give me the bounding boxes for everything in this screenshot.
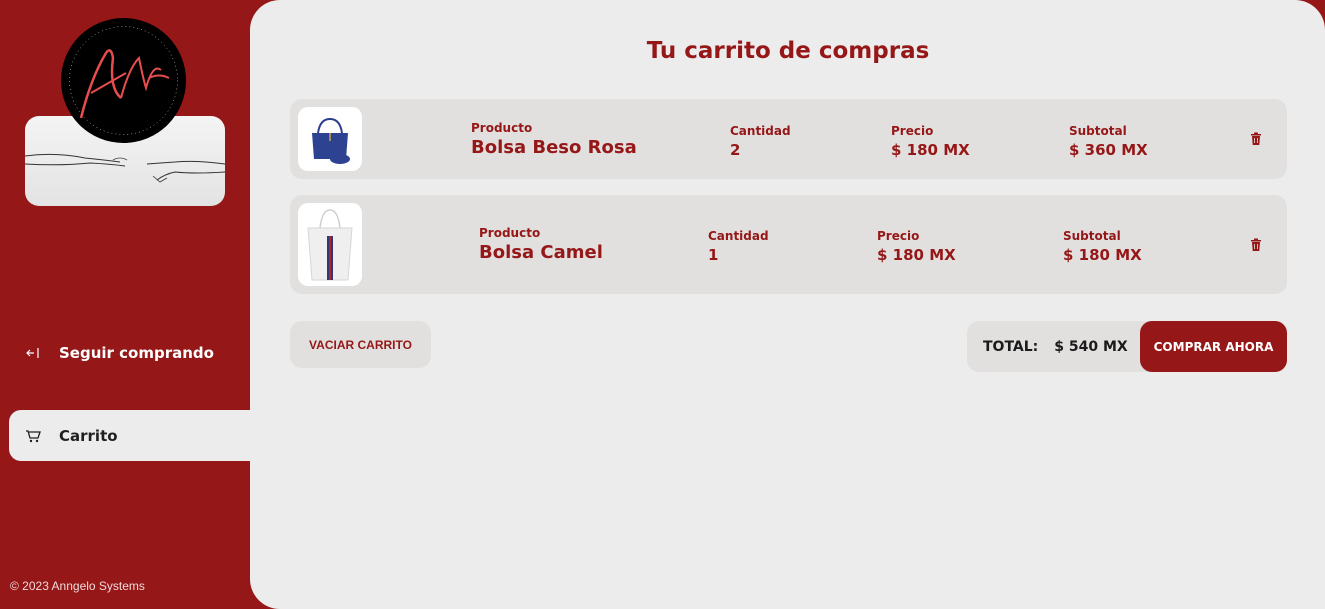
total-box: TOTAL: $ 540 MX COMPRAR AHORA: [967, 321, 1287, 372]
price-label: Precio: [891, 124, 934, 138]
subtotal-column: Subtotal $ 360 MX: [1069, 124, 1148, 159]
quantity-label: Cantidad: [708, 229, 769, 243]
main-panel: Tu carrito de compras Producto Bolsa Bes…: [250, 0, 1325, 609]
price-column: Precio $ 180 MX: [877, 229, 956, 264]
sidebar: Seguir comprando Carrito © 2023 Anngelo …: [0, 0, 250, 609]
cart-icon: [24, 427, 42, 445]
trash-icon[interactable]: [1250, 237, 1264, 253]
product-column: Producto Bolsa Camel: [479, 226, 603, 263]
product-column: Producto Bolsa Beso Rosa: [471, 121, 637, 158]
quantity-column: Cantidad 1: [708, 229, 769, 264]
sidebar-item-carrito[interactable]: Carrito: [9, 410, 250, 461]
quantity-value: 2: [730, 141, 741, 159]
price-value: $ 180 MX: [877, 246, 956, 264]
quantity-value: 1: [708, 246, 719, 264]
sidebar-item-label: Carrito: [59, 426, 118, 445]
product-name: Bolsa Camel: [479, 242, 603, 263]
price-label: Precio: [877, 229, 920, 243]
subtotal-value: $ 180 MX: [1063, 246, 1142, 264]
buy-now-button[interactable]: COMPRAR AHORA: [1140, 321, 1287, 372]
page-title: Tu carrito de compras: [646, 38, 930, 64]
back-arrow-icon: [24, 344, 42, 362]
product-thumbnail: [298, 203, 362, 286]
product-thumbnail: [298, 107, 362, 171]
cart-item-row: Producto Bolsa Beso Rosa Cantidad 2 Prec…: [290, 99, 1287, 179]
quantity-label: Cantidad: [730, 124, 791, 138]
brand-logo: [61, 18, 186, 143]
price-value: $ 180 MX: [891, 141, 970, 159]
product-label: Producto: [479, 226, 541, 240]
blue-bag-icon: [312, 117, 350, 164]
cart-item-row: Producto Bolsa Camel Cantidad 1 Precio $…: [290, 195, 1287, 294]
total-value: $ 540 MX: [1054, 338, 1128, 355]
white-tote-icon: [307, 208, 353, 280]
subtotal-label: Subtotal: [1063, 229, 1121, 243]
product-name: Bolsa Beso Rosa: [471, 137, 637, 158]
quantity-column: Cantidad 2: [730, 124, 791, 159]
empty-cart-button[interactable]: VACIAR CARRITO: [290, 321, 431, 368]
sidebar-item-seguir-comprando[interactable]: Seguir comprando: [9, 327, 250, 378]
trash-icon[interactable]: [1250, 131, 1264, 147]
total-label: TOTAL:: [983, 338, 1039, 355]
subtotal-column: Subtotal $ 180 MX: [1063, 229, 1142, 264]
footer-copyright: © 2023 Anngelo Systems: [10, 579, 145, 593]
price-column: Precio $ 180 MX: [891, 124, 970, 159]
subtotal-value: $ 360 MX: [1069, 141, 1148, 159]
total-summary: TOTAL: $ 540 MX: [967, 321, 1140, 372]
product-label: Producto: [471, 121, 533, 135]
subtotal-label: Subtotal: [1069, 124, 1127, 138]
sidebar-item-label: Seguir comprando: [59, 343, 214, 362]
